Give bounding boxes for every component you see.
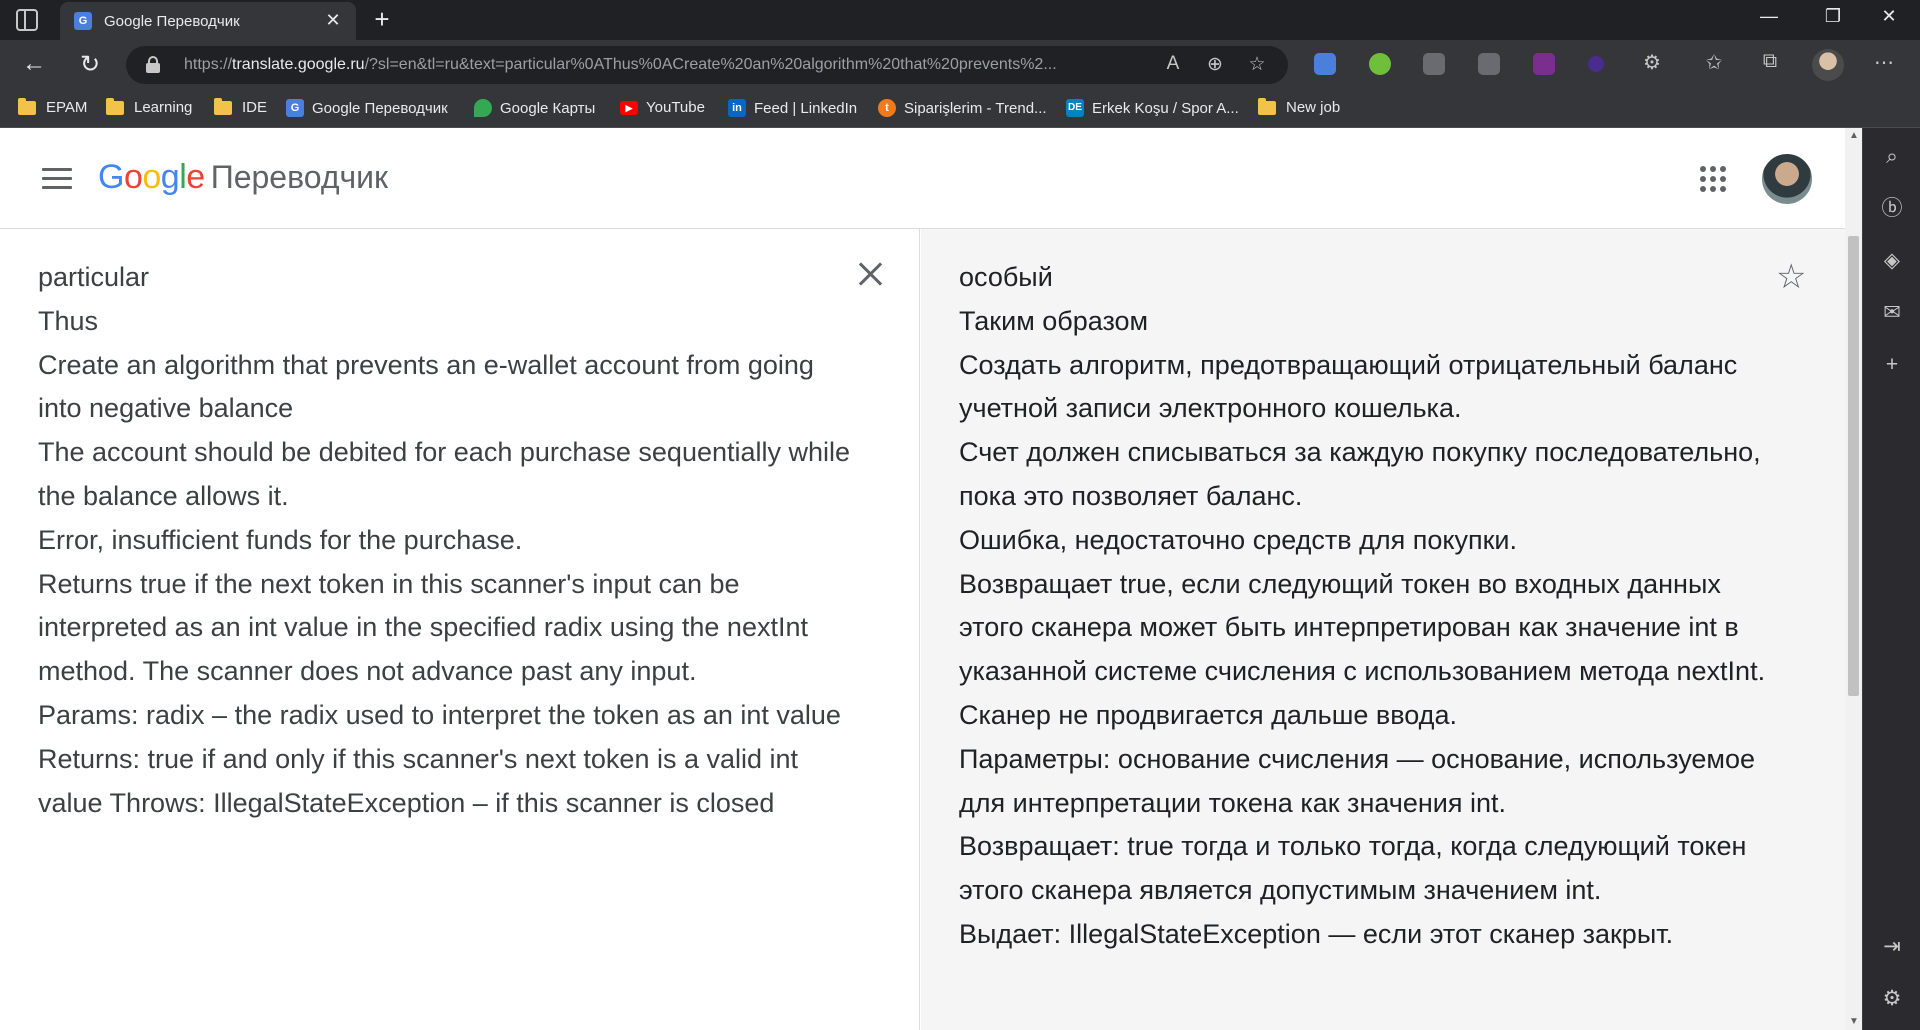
bookmark-youtube[interactable]: ▶ YouTube <box>620 99 705 116</box>
restore-icon[interactable]: ❐ <box>1810 6 1856 27</box>
folder-icon <box>1258 97 1276 115</box>
tab-google-translate[interactable]: G Google Переводчик ✕ <box>60 2 356 40</box>
main-menu-icon[interactable] <box>42 168 72 190</box>
bookmark-ide[interactable]: IDE <box>214 97 267 116</box>
sidebar-hide-icon[interactable]: ⇥ <box>1877 932 1907 962</box>
close-window-icon[interactable]: ✕ <box>1866 6 1912 27</box>
address-bar[interactable]: https://translate.google.ru/?sl=en&tl=ru… <box>126 46 1288 84</box>
extension-stats-icon[interactable] <box>1423 53 1445 75</box>
bookmark-new-job[interactable]: New job <box>1258 97 1340 116</box>
google-translate-logo[interactable]: Google Переводчик <box>98 158 388 197</box>
bookmark-google-translate[interactable]: G Google Переводчик <box>286 99 448 117</box>
favorites-icon[interactable]: ✩ <box>1700 50 1728 75</box>
title-bar: G Google Переводчик ✕ + — ❐ ✕ <box>0 0 1920 40</box>
back-icon[interactable]: ← <box>18 50 50 78</box>
google-translate-favicon-icon: G <box>74 12 92 30</box>
extensions-icon[interactable]: ⚙ <box>1638 50 1666 75</box>
translate-extension-icon[interactable] <box>1314 53 1336 75</box>
google-translate-icon: G <box>286 99 304 117</box>
sidebar-search-icon[interactable]: ⌕ <box>1877 142 1907 172</box>
bookmarks-bar: EPAM Learning IDE G Google Переводчик Goo… <box>0 90 1920 128</box>
scroll-up-icon[interactable]: ▲ <box>1849 130 1859 141</box>
profile-icon[interactable] <box>1812 49 1844 81</box>
close-tab-icon[interactable]: ✕ <box>322 10 344 31</box>
decathlon-icon: DE <box>1066 99 1084 117</box>
read-aloud-icon[interactable]: A <box>1160 53 1186 75</box>
linkedin-icon: in <box>728 99 746 117</box>
bookmark-linkedin[interactable]: in Feed | LinkedIn <box>728 99 857 117</box>
scrollbar-thumb[interactable] <box>1848 236 1859 696</box>
edge-sidebar: ⌕ ⓑ ◈ ✉ + ⇥ ⚙ <box>1862 128 1920 1030</box>
sidebar-outlook-icon[interactable]: ✉ <box>1877 298 1907 328</box>
translation-panel: особый Таким образом Создать алгоритм, п… <box>921 229 1845 1030</box>
favorite-icon[interactable]: ☆ <box>1244 53 1270 76</box>
lock-icon[interactable] <box>146 56 160 73</box>
folder-icon <box>106 97 124 115</box>
sidebar-settings-icon[interactable]: ⚙ <box>1877 984 1907 1014</box>
more-menu-icon[interactable]: ⋯ <box>1870 50 1898 75</box>
source-text-panel[interactable]: particular Thus Create an algorithm that… <box>0 229 920 1030</box>
sidebar-tools-icon[interactable]: ◈ <box>1877 246 1907 276</box>
extension-purple-icon[interactable] <box>1533 53 1555 75</box>
bookmark-epam[interactable]: EPAM <box>18 97 87 116</box>
clear-source-icon[interactable] <box>856 259 886 289</box>
refresh-icon[interactable]: ↻ <box>74 50 106 79</box>
source-text-input[interactable]: particular Thus Create an algorithm that… <box>38 256 858 825</box>
new-tab-icon[interactable]: + <box>368 4 396 35</box>
trendyol-icon: t <box>878 99 896 117</box>
page-scrollbar[interactable]: ▲ ▼ <box>1845 128 1862 1030</box>
translation-output: особый Таким образом Создать алгоритм, п… <box>959 262 1766 949</box>
page-content: Google Переводчик particular Thus Create … <box>0 128 1862 1030</box>
translate-header: Google Переводчик <box>0 128 1845 229</box>
extension-stats2-icon[interactable] <box>1478 53 1500 75</box>
sidebar-add-icon[interactable]: + <box>1877 350 1907 380</box>
bookmark-learning[interactable]: Learning <box>106 97 192 116</box>
folder-icon <box>214 97 232 115</box>
minimize-icon[interactable]: — <box>1746 6 1792 27</box>
google-apps-icon[interactable] <box>1700 166 1726 192</box>
sidebar-bing-icon[interactable]: ⓑ <box>1877 194 1907 224</box>
account-avatar[interactable] <box>1762 154 1812 204</box>
tab-title: Google Переводчик <box>104 13 240 30</box>
save-translation-star-icon[interactable]: ☆ <box>1776 257 1806 297</box>
bookmark-decathlon[interactable]: DE Erkek Koşu / Spor A... <box>1066 99 1239 117</box>
bookmark-google-maps[interactable]: Google Карты <box>474 99 595 117</box>
extension-green-icon[interactable] <box>1369 53 1391 75</box>
bookmark-trendyol[interactable]: t Siparişlerim - Trend... <box>878 99 1047 117</box>
tab-actions-icon[interactable] <box>16 9 38 31</box>
collections-icon[interactable]: ⧉ <box>1756 50 1784 73</box>
youtube-icon: ▶ <box>620 100 638 115</box>
folder-icon <box>18 97 36 115</box>
url-text[interactable]: https://translate.google.ru/?sl=en&tl=ru… <box>184 56 1144 74</box>
scroll-down-icon[interactable]: ▼ <box>1849 1016 1859 1027</box>
zoom-icon[interactable]: ⊕ <box>1202 53 1228 76</box>
browser-toolbar: ← ↻ https://translate.google.ru/?sl=en&t… <box>0 40 1920 90</box>
google-maps-icon <box>474 99 492 117</box>
extension-dot-icon[interactable] <box>1588 56 1604 72</box>
